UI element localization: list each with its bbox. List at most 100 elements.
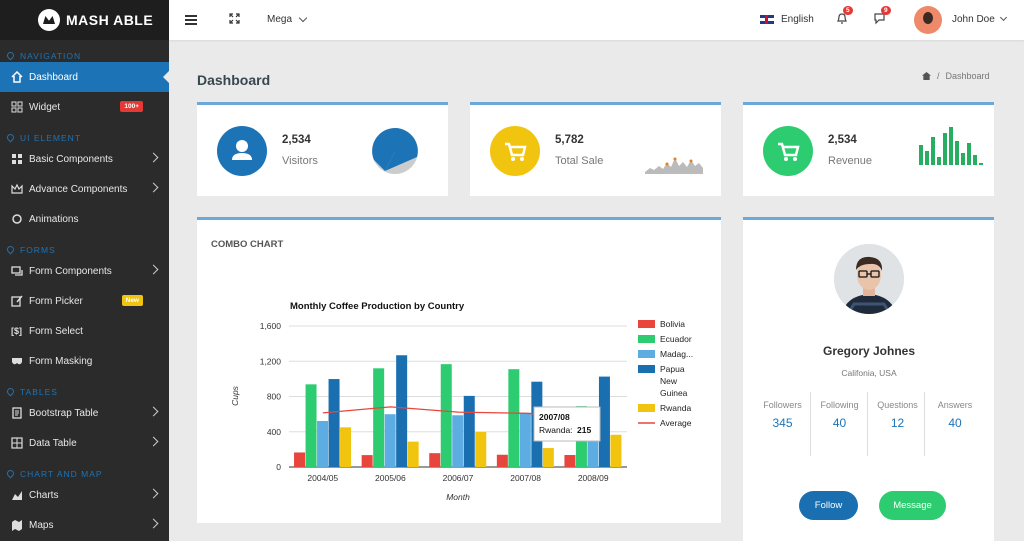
chevron-right-icon (148, 488, 159, 499)
refresh-icon (11, 213, 23, 225)
sidebar-item-widget[interactable]: Widget 100+ (0, 92, 169, 122)
profile-stat-following: Following 40 (818, 396, 861, 430)
x-tick-label: 2004/05 (307, 473, 338, 483)
divider (810, 392, 811, 456)
home-icon[interactable] (922, 72, 931, 80)
bar (598, 376, 610, 467)
breadcrumb: / Dashboard (922, 71, 990, 81)
chevron-right-icon (148, 152, 159, 163)
sidebar-item-label: Form Picker (29, 295, 83, 307)
menu-icon[interactable] (185, 15, 197, 25)
sidebar-item-animations[interactable]: Animations (0, 204, 169, 234)
legend-swatch (638, 320, 655, 328)
logo-icon (38, 9, 60, 31)
chevron-right-icon (148, 182, 159, 193)
sidebar-item-basic-components[interactable]: Basic Components (0, 144, 169, 174)
brackets-icon: [$] (11, 326, 22, 336)
sidebar-item-form-select[interactable]: [$] Form Select (0, 316, 169, 346)
combo-chart[interactable]: Monthly Coffee Production by Country 0 400… (197, 220, 721, 523)
breadcrumb-current[interactable]: Dashboard (946, 71, 990, 81)
x-tick-label: 2006/07 (443, 473, 474, 483)
person-photo (834, 244, 904, 314)
section-navigation: NAVIGATION (0, 40, 169, 62)
sidebar-item-advance-components[interactable]: Advance Components (0, 174, 169, 204)
bar (452, 415, 464, 467)
profile-stat-answers: Answers 40 (929, 396, 981, 430)
chart-title: Monthly Coffee Production by Country (290, 301, 465, 312)
sidebar-item-data-table[interactable]: Data Table (0, 428, 169, 458)
bar (328, 379, 340, 467)
mask-icon (11, 355, 23, 367)
x-tick-label: 2007/08 (510, 473, 541, 483)
grid-icon (11, 101, 23, 113)
sidebar-item-label: Form Masking (29, 355, 93, 367)
sidebar-item-label: Data Table (29, 437, 77, 449)
language-selector[interactable]: English (760, 14, 814, 25)
revenue-bar-sparkline (919, 127, 983, 165)
tooltip-category: 2007/08 (539, 412, 570, 422)
legend-label: Madag... (660, 349, 693, 359)
messages-button[interactable]: 9 (874, 6, 891, 26)
language-label: English (781, 14, 814, 25)
receipt-icon (11, 407, 23, 419)
sidebar-item-label: Form Components (29, 265, 112, 277)
bar (564, 455, 576, 467)
visitors-pie-chart (372, 128, 418, 174)
profile-name: Gregory Johnes (822, 344, 916, 358)
stat-value: 40 (948, 416, 962, 430)
stat-card-visitors: 2,534 Visitors (197, 102, 448, 196)
bar (407, 441, 419, 467)
revenue-icon-circle (763, 126, 813, 176)
stat-label: Following (820, 400, 859, 410)
stat-value: 2,534 (828, 134, 857, 146)
message-button[interactable]: Message (879, 491, 946, 520)
brand[interactable]: MASH ABLE (0, 0, 169, 40)
sidebar-item-form-masking[interactable]: Form Masking (0, 346, 169, 376)
bar (610, 434, 622, 467)
area-chart-icon (11, 489, 23, 501)
user-avatar[interactable] (914, 6, 942, 34)
chevron-down-icon[interactable] (999, 13, 1008, 22)
fullscreen-icon[interactable] (229, 13, 240, 24)
bar (361, 455, 373, 467)
pin-icon (5, 244, 16, 255)
follow-button[interactable]: Follow (799, 491, 858, 520)
sidebar-item-dashboard[interactable]: Dashboard (0, 62, 169, 92)
sidebar-item-charts[interactable]: Charts (0, 480, 169, 510)
user-name[interactable]: John Doe (952, 14, 995, 25)
combo-chart-card: COMBO CHART Monthly Coffee Production by… (197, 217, 721, 523)
sidebar-item-label: Widget (29, 101, 61, 113)
bar (396, 355, 408, 467)
bar (373, 368, 385, 467)
tooltip-value: 215 (577, 425, 591, 435)
mega-menu[interactable]: Mega (267, 14, 292, 25)
chevron-right-icon (148, 436, 159, 447)
sale-sparkline (645, 157, 703, 174)
y-tick-label: 0 (276, 462, 281, 472)
section-tables: TABLES (0, 376, 169, 398)
section-chart-and-map: CHART AND MAP (0, 458, 169, 480)
sidebar-item-label: Dashboard (29, 71, 78, 83)
pin-icon (5, 132, 16, 143)
pin-icon (5, 386, 16, 397)
bar (294, 452, 306, 467)
legend-label: Papua (660, 364, 685, 374)
sidebar-item-bootstrap-table[interactable]: Bootstrap Table (0, 398, 169, 428)
sidebar-item-form-picker[interactable]: Form Picker New (0, 286, 169, 316)
bar (305, 384, 317, 467)
profile-stat-questions: Questions 12 (876, 396, 919, 430)
cart-icon (505, 142, 527, 161)
chevron-right-icon (148, 518, 159, 529)
profile-card: Gregory Johnes Califonia, USA Followers … (743, 217, 994, 541)
sale-icon-circle (490, 126, 540, 176)
topbar: Mega English 5 9 John Doe (169, 0, 1024, 40)
sidebar: MASH ABLE NAVIGATION Dashboard Widget 10… (0, 0, 169, 541)
sidebar-item-maps[interactable]: Maps (0, 510, 169, 540)
legend-swatch (638, 365, 655, 373)
stat-label: Visitors (282, 155, 318, 167)
sidebar-item-label: Bootstrap Table (29, 407, 99, 419)
pin-icon (5, 50, 16, 61)
messages-badge: 9 (881, 6, 891, 15)
sidebar-item-form-components[interactable]: Form Components (0, 256, 169, 286)
notifications-button[interactable]: 5 (836, 6, 853, 26)
